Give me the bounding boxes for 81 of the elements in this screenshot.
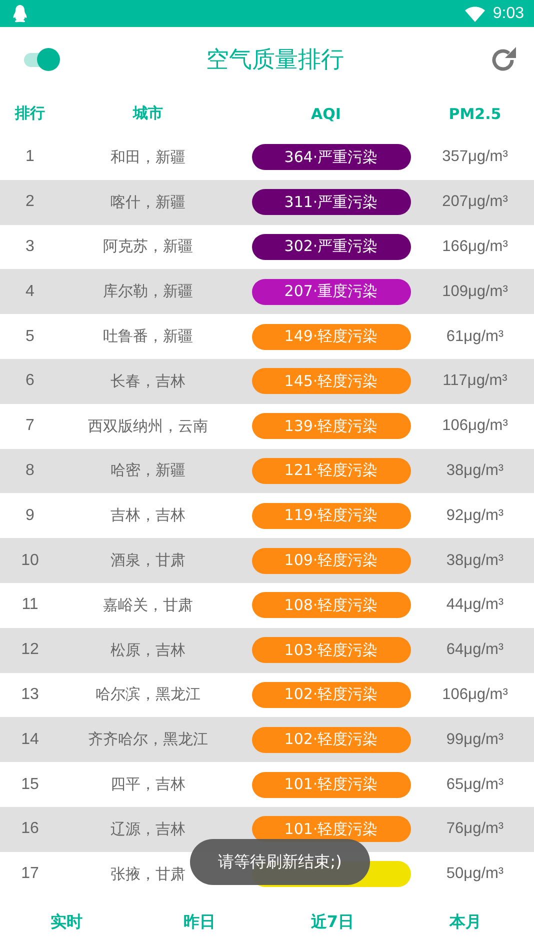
pm25-value: 61μg/m³ — [445, 328, 505, 346]
aqi-badge: 302·严重污染 — [252, 234, 410, 260]
city-name: 哈尔滨，黑龙江 — [94, 685, 202, 704]
rank-number: 16 — [20, 820, 40, 838]
rank-number: 6 — [24, 372, 36, 390]
rank-number: 7 — [24, 417, 36, 436]
rank-number: 15 — [20, 776, 40, 794]
aqi-badge: 109·轻度污染 — [252, 548, 410, 574]
city-name: 喀什，新疆 — [110, 192, 186, 212]
city-name: 嘉峪关，甘肃 — [102, 596, 194, 615]
city-name: 哈密，新疆 — [110, 461, 186, 480]
column-header[interactable]: 城市 — [60, 104, 236, 123]
aqi-badge: 145·轻度污染 — [252, 368, 410, 394]
pm25-value: 64μg/m³ — [445, 641, 505, 660]
bottom-tab[interactable]: 昨日 — [133, 912, 266, 934]
city-name: 西双版纳州，云南 — [87, 416, 209, 436]
toast-message: 请等待刷新结束;) — [190, 839, 370, 885]
pm25-value: 38μg/m³ — [445, 552, 505, 570]
rank-number: 4 — [24, 282, 36, 301]
toggle-switch[interactable] — [22, 46, 62, 72]
pm25-value: 44μg/m³ — [445, 596, 505, 614]
column-header[interactable]: AQI — [236, 104, 416, 122]
pm25-value: 357μg/m³ — [441, 148, 509, 166]
bottom-tab[interactable]: 近7日 — [266, 912, 399, 934]
rank-number: 3 — [24, 238, 36, 256]
pm25-value: 38μg/m³ — [445, 462, 505, 480]
city-name: 张掖，甘肃 — [110, 864, 186, 884]
clock: 9:03 — [492, 4, 524, 22]
rank-number: 1 — [24, 148, 36, 166]
penguin-icon — [12, 4, 28, 24]
city-name: 吉林，吉林 — [110, 506, 186, 526]
pm25-value: 76μg/m³ — [445, 820, 505, 838]
city-name: 辽源，吉林 — [110, 820, 186, 839]
aqi-badge: 101·轻度污染 — [252, 772, 410, 798]
rank-number: 12 — [20, 641, 40, 660]
page-title: 空气质量排行 — [205, 46, 345, 75]
pm25-value: 50μg/m³ — [445, 865, 505, 884]
pm25-value: 106μg/m³ — [441, 686, 509, 704]
rank-number: 13 — [20, 686, 40, 704]
city-name: 长春，吉林 — [110, 372, 186, 391]
aqi-badge: 102·轻度污染 — [252, 726, 410, 753]
pm25-value: 166μg/m³ — [441, 238, 509, 256]
rank-number: 5 — [24, 328, 36, 346]
wifi-icon — [464, 6, 485, 22]
aqi-badge: 119·轻度污染 — [252, 502, 410, 529]
rank-number: 11 — [20, 596, 40, 614]
city-name: 酒泉，甘肃 — [110, 551, 186, 570]
bottom-tab[interactable]: 实时 — [0, 912, 133, 934]
pm25-value: 92μg/m³ — [445, 506, 505, 525]
bottom-tab[interactable]: 本月 — [399, 912, 532, 934]
aqi-badge: 149·轻度污染 — [252, 324, 410, 350]
city-name: 和田，新疆 — [110, 148, 186, 167]
city-name: 吐鲁番，新疆 — [102, 327, 194, 346]
pm25-value: 117μg/m³ — [442, 372, 508, 390]
aqi-badge: 103·轻度污染 — [252, 637, 410, 664]
aqi-badge: 121·轻度污染 — [252, 458, 410, 484]
rank-number: 17 — [20, 865, 40, 884]
pm25-value: 65μg/m³ — [445, 776, 505, 794]
city-name: 四平，吉林 — [110, 775, 186, 794]
aqi-badge: 311·严重污染 — [252, 189, 410, 216]
aqi-badge: 139·轻度污染 — [252, 413, 410, 440]
aqi-badge: 108·轻度污染 — [252, 592, 410, 618]
aqi-badge: 364·严重污染 — [252, 144, 410, 170]
column-header[interactable]: PM2.5 — [416, 104, 534, 122]
city-name: 库尔勒，新疆 — [102, 282, 194, 302]
aqi-badge: 207·重度污染 — [252, 278, 410, 305]
pm25-value: 207μg/m³ — [441, 193, 509, 212]
aqi-badge: 102·轻度污染 — [252, 682, 410, 708]
city-name: 齐齐哈尔，黑龙江 — [87, 730, 209, 750]
pm25-value: 109μg/m³ — [441, 282, 509, 301]
rank-number: 14 — [20, 730, 40, 749]
pm25-value: 99μg/m³ — [445, 730, 505, 749]
column-header[interactable]: 排行 — [0, 104, 60, 123]
city-name: 松原，吉林 — [110, 640, 186, 660]
rank-number: 8 — [24, 462, 36, 480]
rank-number: 10 — [20, 552, 40, 570]
pm25-value: 106μg/m³ — [441, 417, 509, 436]
rank-number: 2 — [24, 193, 36, 212]
rank-number: 9 — [24, 506, 36, 525]
city-name: 阿克苏，新疆 — [102, 237, 194, 256]
aqi-badge: 101·轻度污染 — [252, 816, 410, 842]
